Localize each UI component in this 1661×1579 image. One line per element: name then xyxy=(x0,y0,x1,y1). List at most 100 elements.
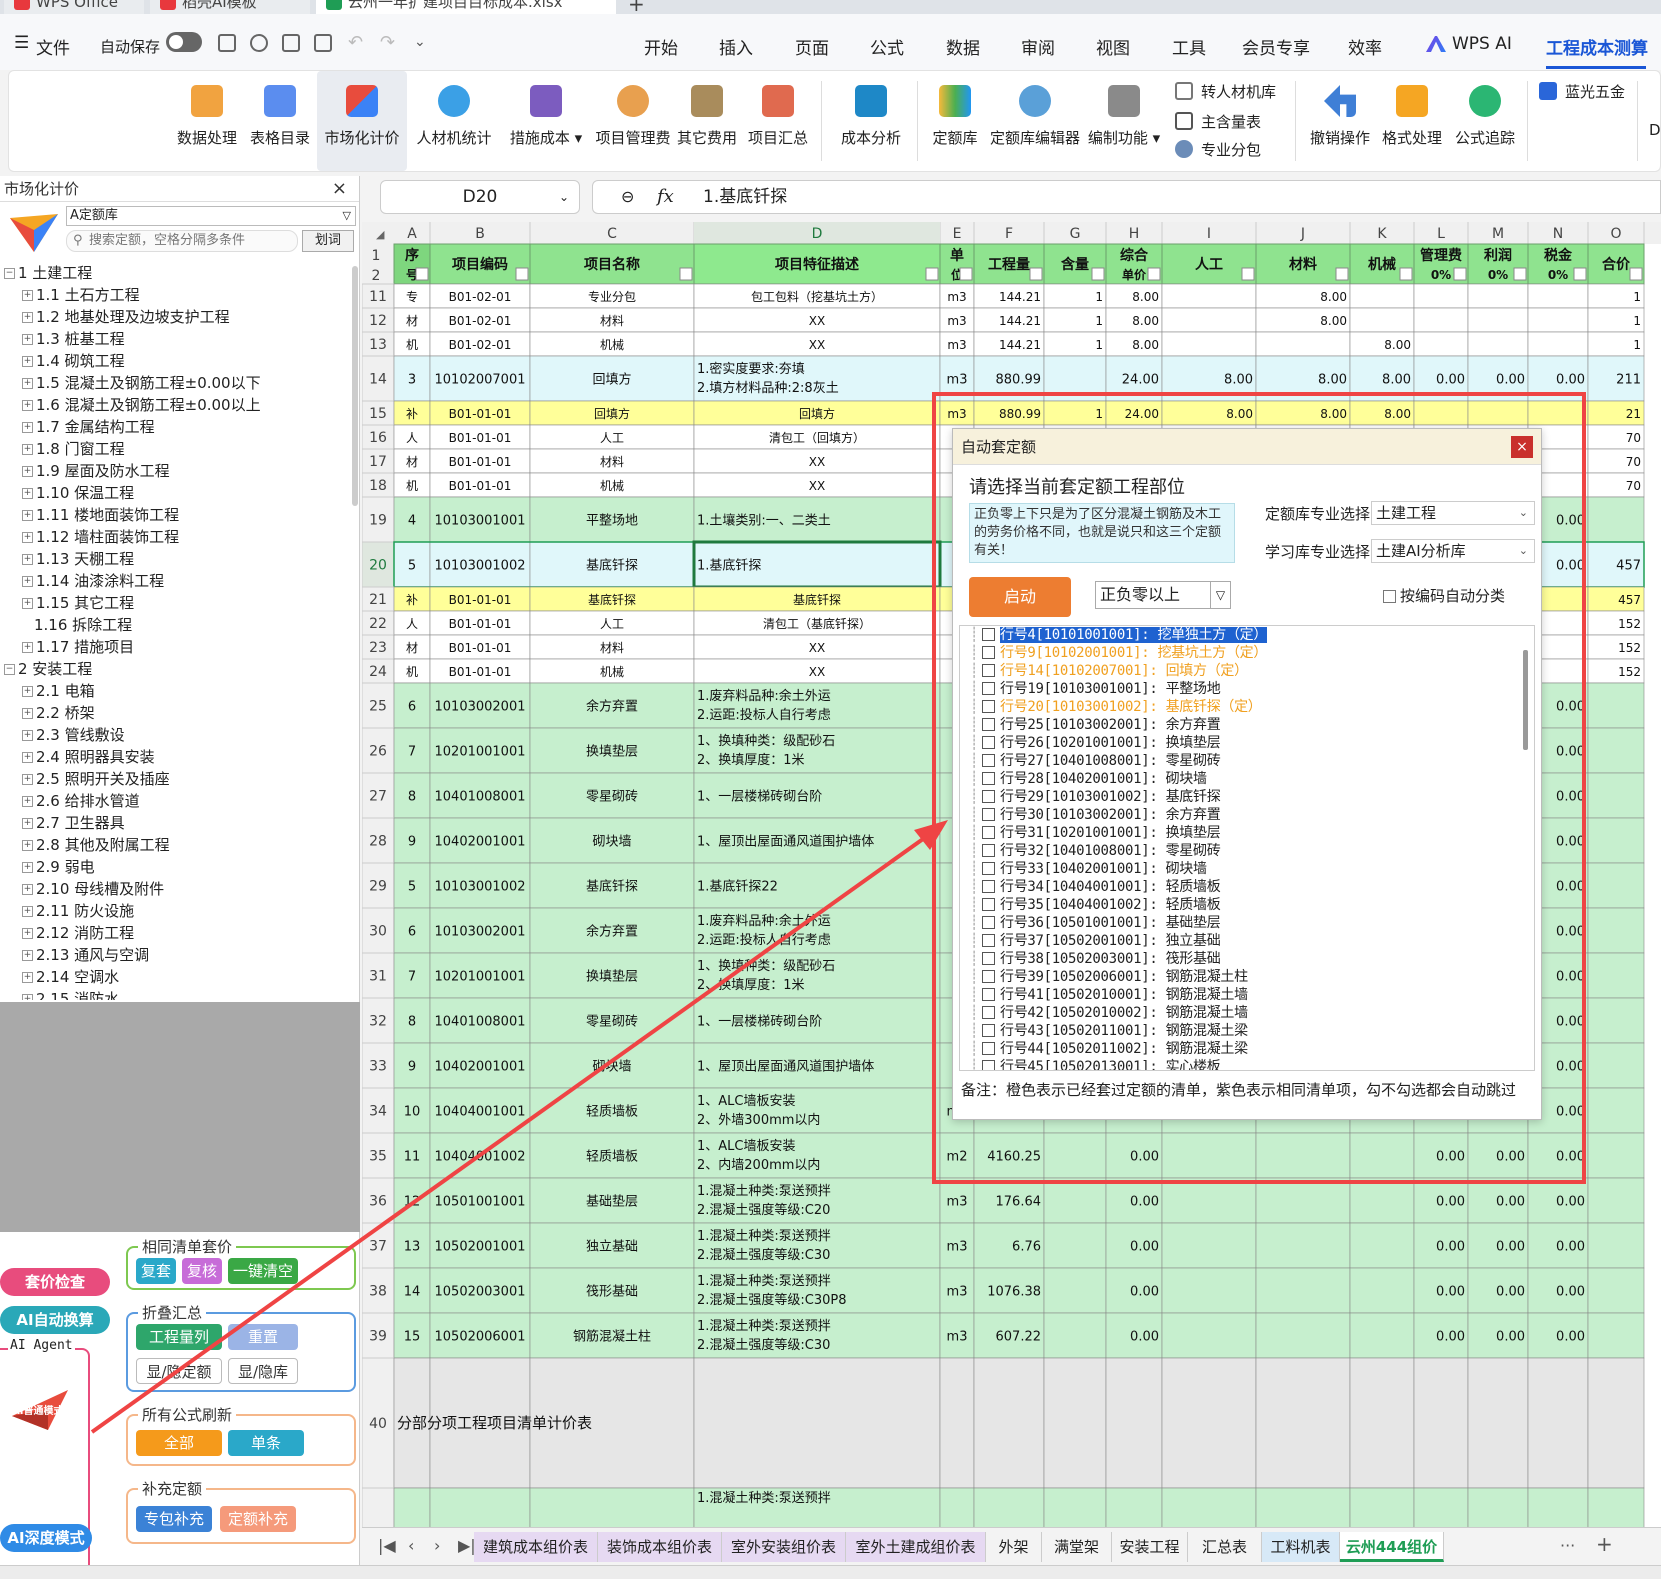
more-sheets-button[interactable]: ··· xyxy=(1560,1536,1575,1555)
table-cell[interactable] xyxy=(1105,1487,1163,1527)
list-item[interactable]: ┊ 行号31[10201001001]: 换填垫层 xyxy=(960,824,1534,842)
menu-page[interactable]: 页面 xyxy=(795,34,829,59)
tree-item[interactable]: +2.11 防火设施 xyxy=(0,900,350,922)
table-cell[interactable] xyxy=(1467,283,1529,309)
pricing-check-button[interactable]: 套价检查 xyxy=(0,1268,110,1296)
expand-icon[interactable]: + xyxy=(22,488,33,499)
ai-normal-mode-button[interactable]: AI普通模式 xyxy=(8,1386,72,1434)
table-cell[interactable] xyxy=(939,1487,975,1527)
table-cell[interactable] xyxy=(529,1487,695,1527)
column-header[interactable]: E xyxy=(953,226,962,242)
table-cell[interactable] xyxy=(1161,1222,1257,1269)
table-cell[interactable] xyxy=(1527,307,1589,333)
toggle-library-button[interactable]: 显/隐库 xyxy=(228,1358,298,1384)
expand-icon[interactable]: + xyxy=(22,840,33,851)
menu-efficiency[interactable]: 效率 xyxy=(1348,34,1382,59)
expand-icon[interactable]: + xyxy=(22,378,33,389)
undo-operation-button[interactable]: 撤销操作 xyxy=(1305,71,1375,171)
list-item[interactable]: ┊ 行号39[10502006001]: 钢筋混凝土柱 xyxy=(960,968,1534,986)
tree-item[interactable]: +2.9 弱电 xyxy=(0,856,350,878)
menu-wps-ai[interactable]: WPS AI xyxy=(1452,34,1512,54)
quota-lib-select[interactable]: 土建工程 ⌄ xyxy=(1371,501,1535,525)
clear-all-button[interactable]: 一键清空 xyxy=(228,1258,298,1284)
table-cell[interactable] xyxy=(1043,1357,1107,1489)
expand-icon[interactable]: + xyxy=(22,554,33,565)
table-cell[interactable] xyxy=(939,1357,975,1489)
list-item[interactable]: ┊ 行号45[10502013001]: 实心楼板 xyxy=(960,1058,1534,1070)
table-cell[interactable] xyxy=(1587,727,1645,774)
table-cell[interactable] xyxy=(1587,1222,1645,1269)
learn-lib-select[interactable]: 土建AI分析库 ⌄ xyxy=(1371,539,1535,563)
menu-view[interactable]: 视图 xyxy=(1096,34,1130,59)
checkbox-icon[interactable] xyxy=(982,916,995,929)
menu-review[interactable]: 审阅 xyxy=(1021,34,1055,59)
table-cell[interactable] xyxy=(1413,283,1469,309)
list-item[interactable]: ┊ 行号9[10102001001]: 挖基坑土方（定） xyxy=(960,644,1534,662)
save-icon[interactable] xyxy=(218,34,236,52)
sheet-tab[interactable]: 建筑成本组价表 xyxy=(474,1532,598,1562)
undo-icon[interactable]: ↶ xyxy=(348,32,363,53)
tab-daoke-template[interactable]: 稻壳AI模板 xyxy=(150,0,310,14)
project-summary-button[interactable]: 项目汇总 xyxy=(743,71,813,171)
column-header[interactable]: K xyxy=(1377,226,1387,242)
table-cell[interactable] xyxy=(1349,307,1415,333)
tree-item[interactable]: 1.16 拆除工程 xyxy=(0,614,350,636)
expand-icon[interactable]: + xyxy=(22,928,33,939)
sheet-tab[interactable]: 外架 xyxy=(986,1532,1042,1562)
expand-icon[interactable]: + xyxy=(22,774,33,785)
table-cell[interactable] xyxy=(1527,283,1589,309)
table-cell[interactable] xyxy=(1587,1132,1645,1179)
table-cell[interactable] xyxy=(1255,1487,1351,1527)
list-item[interactable]: ┊ 行号33[10402001001]: 砌块墙 xyxy=(960,860,1534,878)
filter-dropdown-icon[interactable] xyxy=(1147,267,1161,281)
project-management-fee-button[interactable]: 项目管理费 xyxy=(589,71,677,171)
table-cell[interactable] xyxy=(1587,1487,1645,1527)
reapply-button[interactable]: 复套 xyxy=(136,1258,176,1284)
autosave-toggle[interactable] xyxy=(166,32,202,52)
tree-item[interactable]: +1.2 地基处理及边坡支护工程 xyxy=(0,306,350,328)
tree-item[interactable]: +1.1 土石方工程 xyxy=(0,284,350,306)
checkbox-icon[interactable] xyxy=(982,880,995,893)
checkbox-icon[interactable] xyxy=(982,970,995,983)
tree-item[interactable]: +2.7 卫生器具 xyxy=(0,812,350,834)
expand-icon[interactable]: + xyxy=(22,400,33,411)
labor-material-stats-button[interactable]: 人材机统计 xyxy=(409,71,499,171)
table-cell[interactable] xyxy=(1349,1267,1415,1314)
close-icon[interactable]: × xyxy=(332,176,347,202)
toggle-quota-button[interactable]: 显/隐定额 xyxy=(136,1358,222,1384)
table-cell[interactable] xyxy=(973,1487,1045,1527)
tree-item[interactable]: −1 土建工程 xyxy=(0,262,350,284)
column-header[interactable]: C xyxy=(607,226,617,242)
expand-icon[interactable]: + xyxy=(22,796,33,807)
first-sheet-icon[interactable]: |◀ xyxy=(378,1536,396,1555)
menu-tools[interactable]: 工具 xyxy=(1172,34,1206,59)
table-cell[interactable] xyxy=(1043,1177,1107,1224)
table-cell[interactable] xyxy=(1587,772,1645,819)
menu-member[interactable]: 会员专享 xyxy=(1242,34,1310,59)
tree-item[interactable]: +1.12 墙柱面装饰工程 xyxy=(0,526,350,548)
table-cell[interactable] xyxy=(1255,1357,1351,1489)
list-item[interactable]: ┊ 行号4[10101001001]: 挖单独土方（定） xyxy=(960,626,1534,644)
table-cell[interactable] xyxy=(1467,400,1529,426)
tree-item[interactable]: +2.5 照明开关及插座 xyxy=(0,768,350,790)
table-cell[interactable] xyxy=(1043,1267,1107,1314)
table-cell[interactable] xyxy=(1587,817,1645,864)
tree-item[interactable]: +1.10 保温工程 xyxy=(0,482,350,504)
table-cell[interactable] xyxy=(1527,400,1589,426)
table-cell[interactable] xyxy=(429,1487,531,1527)
tree-item[interactable]: +2.10 母线槽及附件 xyxy=(0,878,350,900)
expand-icon[interactable]: + xyxy=(22,290,33,301)
table-cell[interactable] xyxy=(1105,1357,1163,1489)
table-directory-button[interactable]: 表格目录 xyxy=(245,71,315,171)
column-header[interactable]: G xyxy=(1070,226,1081,242)
table-cell[interactable] xyxy=(1587,862,1645,909)
sheet-tab[interactable]: 装饰成本组价表 xyxy=(598,1532,722,1562)
expand-icon[interactable]: + xyxy=(22,510,33,521)
list-item[interactable]: ┊ 行号19[10103001001]: 平整场地 xyxy=(960,680,1534,698)
filter-dropdown-icon[interactable] xyxy=(1029,267,1043,281)
checkbox-icon[interactable] xyxy=(982,844,995,857)
table-cell[interactable] xyxy=(1161,1312,1257,1359)
expand-icon[interactable]: + xyxy=(22,334,33,345)
table-cell[interactable] xyxy=(1255,1312,1351,1359)
table-cell[interactable] xyxy=(1527,1357,1589,1489)
